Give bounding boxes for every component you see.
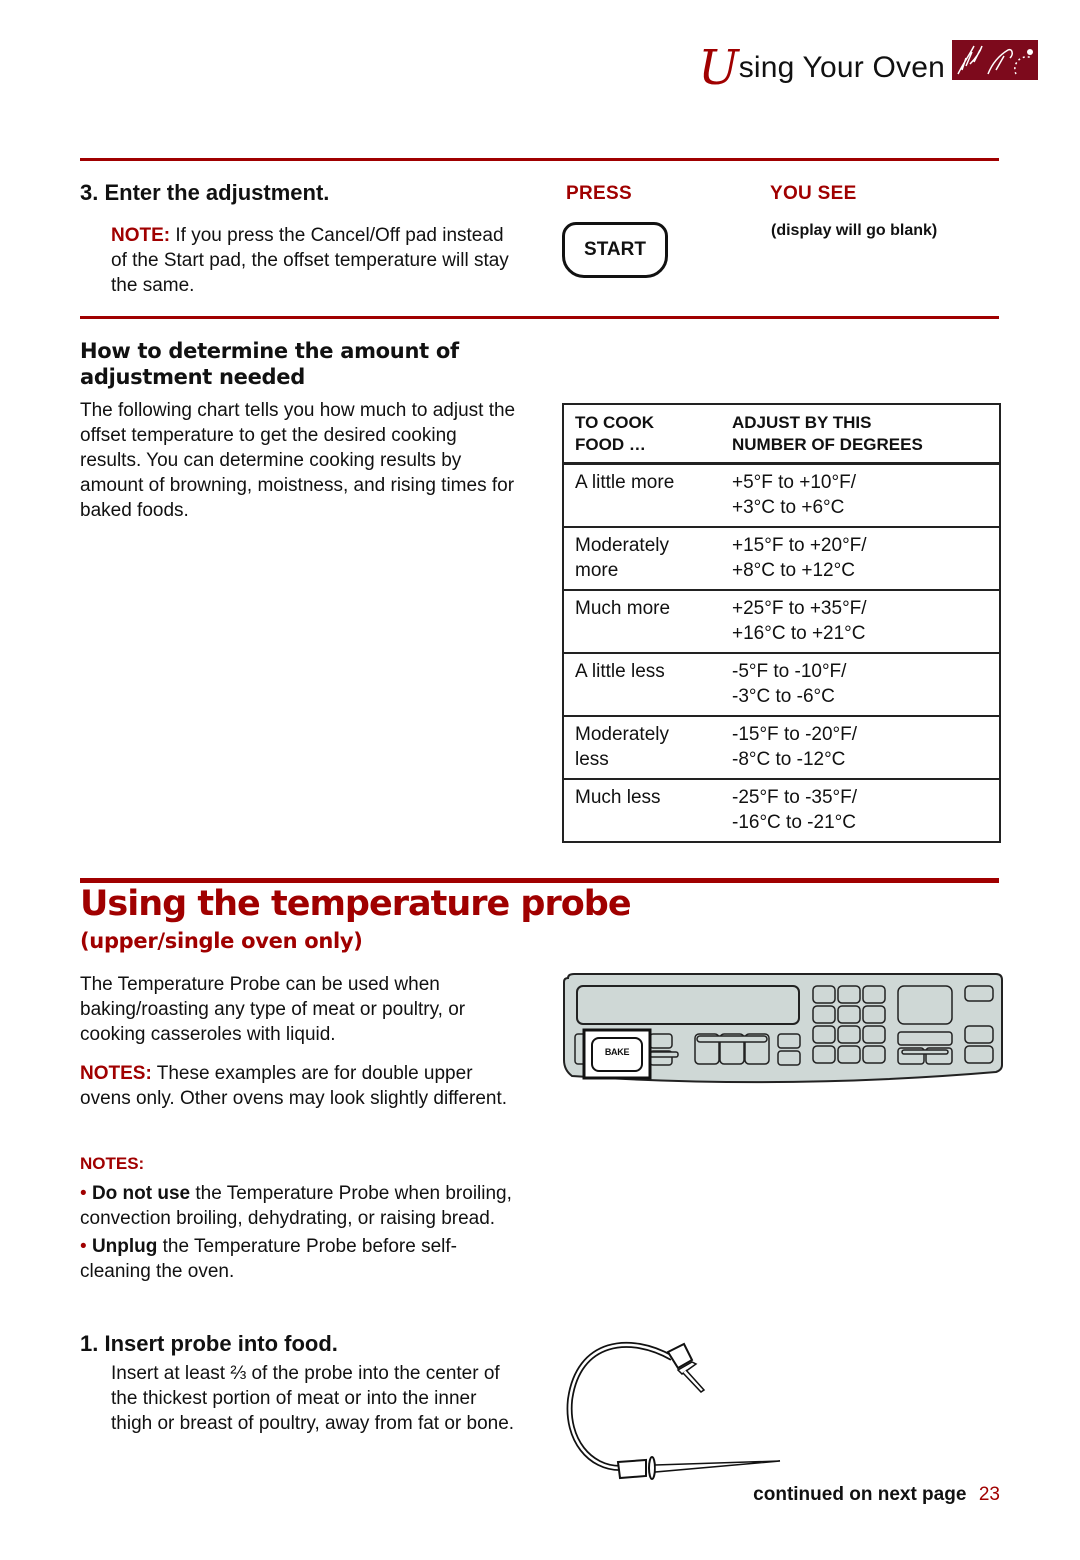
table-header-row: TO COOK FOOD … ADJUST BY THIS NUMBER OF … [564, 405, 999, 465]
decorative-flourish-logo-icon [952, 40, 1038, 80]
food-cell: Much more [575, 598, 671, 619]
note-label: NOTE: [111, 225, 171, 246]
adjustment-heading: How to determine the amount of adjustmen… [80, 339, 459, 389]
section-divider [80, 316, 999, 319]
press-column-header: PRESS [566, 183, 632, 204]
degrees-cell: +5°F to +10°F/+3°C to +6°C [732, 472, 856, 518]
table-row: A little more +5°F to +10°F/+3°C to +6°C [564, 465, 999, 528]
temperature-probe-icon [560, 1330, 790, 1480]
step-3-note: NOTE: If you press the Cancel/Off pad in… [111, 223, 511, 298]
note-item: • Do not use the Temperature Probe when … [80, 1183, 512, 1229]
section-divider [80, 878, 999, 883]
food-cell: Much less [575, 787, 661, 808]
you-see-column-header: YOU SEE [770, 183, 857, 204]
adjustment-body: The following chart tells you how much t… [80, 400, 516, 521]
degrees-cell: +25°F to +35°F/+16°C to +21°C [732, 598, 867, 644]
probe-section-title: Using the temperature probe [80, 884, 632, 924]
adjustment-table: TO COOK FOOD … ADJUST BY THIS NUMBER OF … [562, 403, 1001, 843]
step-3-title: 3. Enter the adjustment. [80, 180, 330, 205]
probe-intro: The Temperature Probe can be used when b… [80, 974, 466, 1045]
page-header: Using Your Oven [555, 38, 945, 98]
table-row: Much less -25°F to -35°F/-16°C to -21°C [564, 780, 999, 841]
notes-header: NOTES: [80, 1154, 145, 1173]
degrees-cell: -5°F to -10°F/-3°C to -6°C [732, 661, 847, 707]
step-1-title: 1. Insert probe into food. [80, 1331, 338, 1356]
page-footer: continued on next page 23 [753, 1484, 1000, 1506]
notes-list: • Do not use the Temperature Probe when … [80, 1181, 520, 1284]
food-cell: A little more [575, 472, 675, 493]
section-divider [80, 158, 999, 161]
start-button[interactable]: START [562, 222, 668, 278]
degrees-cell: -15°F to -20°F/-8°C to -12°C [732, 724, 858, 770]
note-item: • Unplug the Temperature Probe before se… [80, 1236, 457, 1282]
food-cell: Moderately less [575, 724, 669, 770]
table-header-food: TO COOK FOOD … [575, 413, 655, 454]
degrees-cell: +15°F to +20°F/+8°C to +12°C [732, 535, 867, 581]
display-result-text: (display will go blank) [771, 222, 938, 239]
continued-text: continued on next page [753, 1484, 967, 1505]
oven-control-panel-illustration: BAKE [560, 970, 1005, 1085]
probe-notes: NOTES: These examples are for double upp… [80, 1061, 510, 1111]
probe-section-subtitle: (upper/single oven only) [80, 929, 363, 953]
note-text: If you press the Cancel/Off pad instead … [111, 225, 509, 296]
table-row: Moderately more +15°F to +20°F/+8°C to +1… [564, 528, 999, 591]
bullet-icon: • [80, 1236, 87, 1257]
table-row: Much more +25°F to +35°F/+16°C to +21°C [564, 591, 999, 654]
page-number: 23 [978, 1484, 1000, 1505]
bullet-icon: • [80, 1183, 87, 1204]
food-cell: A little less [575, 661, 665, 682]
food-cell: Moderately more [575, 535, 669, 581]
header-initial: U [698, 40, 739, 96]
step-1-text: Insert at least ⅔ of the probe into the … [111, 1363, 515, 1434]
degrees-cell: -25°F to -35°F/-16°C to -21°C [732, 787, 858, 833]
notes-label: NOTES: [80, 1063, 152, 1084]
bake-button[interactable]: BAKE [592, 1047, 642, 1057]
table-header-degrees: ADJUST BY THIS NUMBER OF DEGREES [732, 413, 923, 454]
table-row: A little less -5°F to -10°F/-3°C to -6°C [564, 654, 999, 717]
header-title: sing Your Oven [738, 51, 945, 84]
table-row: Moderately less -15°F to -20°F/-8°C to -1… [564, 717, 999, 780]
